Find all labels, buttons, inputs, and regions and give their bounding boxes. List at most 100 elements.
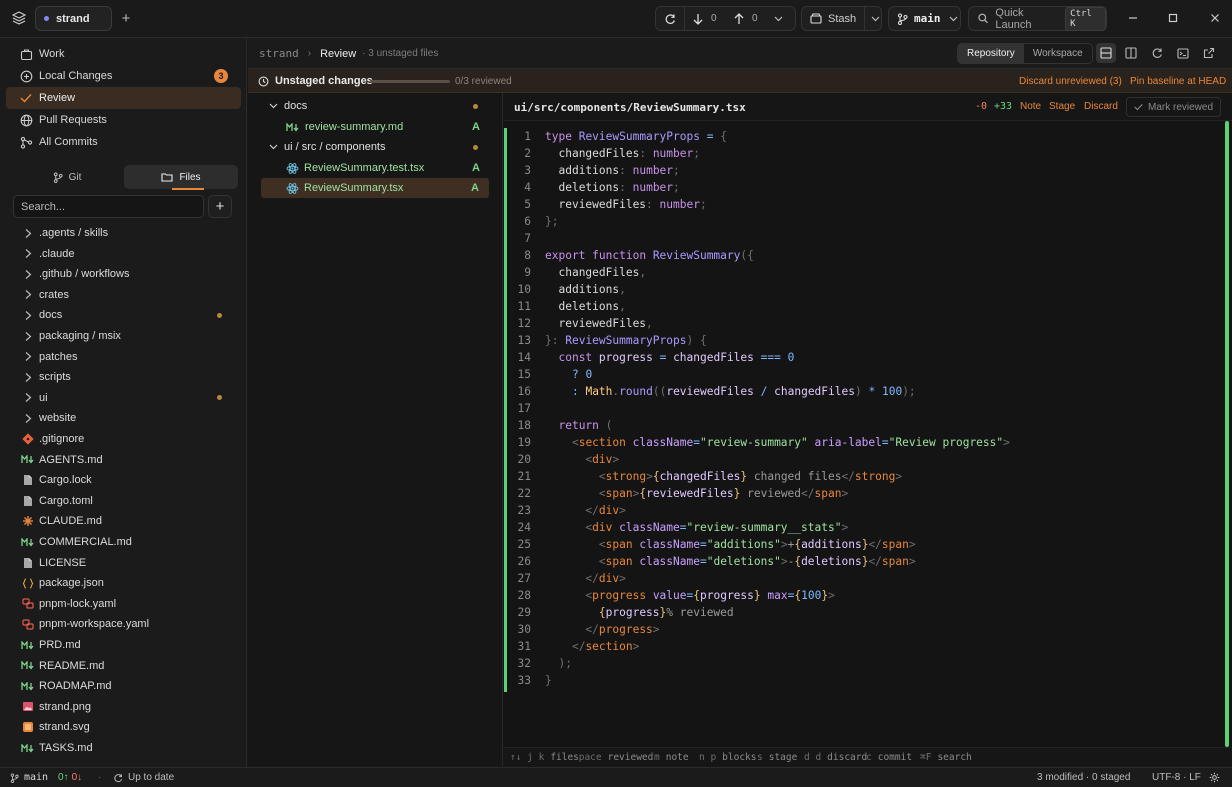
layers-icon[interactable] xyxy=(12,11,26,25)
changed-file-row[interactable]: ReviewSummary.test.tsx A xyxy=(248,158,503,178)
close-icon[interactable] xyxy=(1209,12,1221,24)
code-line: 22 <span>{reviewedFiles} reviewed</span> xyxy=(517,487,849,500)
react-icon xyxy=(286,182,299,195)
settings-gear-icon[interactable] xyxy=(1209,772,1220,783)
mode-repository[interactable]: Repository xyxy=(958,44,1024,63)
file-search-input[interactable] xyxy=(13,195,204,218)
key-hint-label: reviewed xyxy=(607,752,654,763)
tree-folder[interactable]: scripts xyxy=(0,367,247,387)
tree-folder[interactable]: .github / workflows xyxy=(0,264,247,284)
stash-button[interactable]: Stash xyxy=(802,7,864,30)
additions-count: +33 xyxy=(994,101,1013,112)
repo-tab[interactable]: strand xyxy=(35,6,112,31)
code-line: 14 const progress = changedFiles === 0 xyxy=(517,351,795,364)
tree-item-label: docs xyxy=(39,309,63,322)
stage-button[interactable]: Stage xyxy=(1049,101,1075,112)
markdown-icon xyxy=(21,640,35,650)
folder-icon xyxy=(161,172,173,182)
tab-files[interactable]: Files xyxy=(124,165,238,190)
breadcrumb-repo[interactable]: strand xyxy=(259,47,299,60)
refresh-button[interactable] xyxy=(656,7,684,30)
pin-baseline-button[interactable]: Pin baseline at HEAD xyxy=(1130,76,1226,87)
tree-item-label: Cargo.lock xyxy=(39,474,92,487)
sync-menu-button[interactable] xyxy=(768,7,789,30)
code-line: 3 additions: number; xyxy=(524,164,680,177)
editor-scrollbar[interactable] xyxy=(1225,121,1229,747)
new-tab-icon[interactable]: + xyxy=(119,10,133,27)
tree-folder[interactable]: website xyxy=(0,408,247,428)
pull-button[interactable]: 0 xyxy=(684,7,726,30)
chevron-right-icon: › xyxy=(307,48,312,59)
key-hint-keys: c xyxy=(866,752,872,763)
changed-file-row[interactable]: review-summary.md A xyxy=(248,117,503,137)
tree-file[interactable]: .gitignore xyxy=(0,429,247,449)
main-header: strand › Review · 3 unstaged files Repos… xyxy=(248,38,1232,69)
tree-file[interactable]: README.md xyxy=(0,656,247,676)
mark-reviewed-button[interactable]: Mark reviewed xyxy=(1126,97,1221,117)
external-link-icon[interactable] xyxy=(1199,43,1219,63)
tree-folder[interactable]: packaging / msix xyxy=(0,326,247,346)
tree-folder[interactable]: ui xyxy=(0,388,247,408)
status-encoding[interactable]: UTF-8 · LF xyxy=(1152,772,1201,783)
split-view-icon[interactable] xyxy=(1121,43,1141,63)
tree-folder[interactable]: crates xyxy=(0,285,247,305)
tree-file[interactable]: strand.svg xyxy=(0,717,247,737)
tree-file[interactable]: CLAUDE.md xyxy=(0,511,247,531)
tree-file[interactable]: COMMERCIAL.md xyxy=(0,532,247,552)
tree-file[interactable]: AGENTS.md xyxy=(0,450,247,470)
terminal-icon[interactable] xyxy=(1173,43,1193,63)
tree-folder[interactable]: .agents / skills xyxy=(0,223,247,243)
tree-file[interactable]: PRD.md xyxy=(0,635,247,655)
tree-item-label: pnpm-lock.yaml xyxy=(39,597,117,610)
status-sync[interactable]: Up to date xyxy=(113,772,174,783)
tree-folder[interactable]: patches xyxy=(0,347,247,367)
tree-file[interactable]: pnpm-workspace.yaml xyxy=(0,614,247,634)
discard-unreviewed-button[interactable]: Discard unreviewed (3) xyxy=(1019,76,1122,87)
tree-file[interactable]: package.json xyxy=(0,573,247,593)
tree-item-label: crates xyxy=(39,288,69,301)
tree-file[interactable]: Cargo.lock xyxy=(0,470,247,490)
minimize-icon[interactable] xyxy=(1127,12,1139,24)
nav-all-commits[interactable]: All Commits xyxy=(6,131,241,153)
svg-icon xyxy=(21,721,35,733)
note-button[interactable]: Note xyxy=(1020,101,1041,112)
nav-pull-requests[interactable]: Pull Requests xyxy=(6,109,241,131)
tree-file[interactable]: strand.png xyxy=(0,697,247,717)
yaml-icon xyxy=(21,619,35,630)
code-line: 26 <span className="deletions">-{deletio… xyxy=(517,555,916,568)
mode-workspace[interactable]: Workspace xyxy=(1024,44,1092,63)
tree-item-label: .claude xyxy=(39,247,75,260)
local-changes-badge: 3 xyxy=(214,69,228,83)
reload-icon[interactable] xyxy=(1147,43,1167,63)
tree-folder[interactable]: docs xyxy=(0,305,247,325)
quick-launch-button[interactable]: Quick Launch Ctrl K xyxy=(968,6,1107,31)
stash-menu-button[interactable] xyxy=(864,7,886,30)
changed-file-row-selected[interactable]: ReviewSummary.tsx A xyxy=(261,178,489,198)
nav-review[interactable]: Review xyxy=(6,87,241,109)
unified-view-icon[interactable] xyxy=(1096,43,1116,63)
key-hint-keys: space xyxy=(573,752,602,763)
maximize-icon[interactable] xyxy=(1167,12,1179,24)
tree-file[interactable]: ROADMAP.md xyxy=(0,676,247,696)
tree-file[interactable]: LICENSE xyxy=(0,553,247,573)
discard-button[interactable]: Discard xyxy=(1084,101,1118,112)
push-button[interactable]: 0 xyxy=(726,7,768,30)
tree-folder[interactable]: .claude xyxy=(0,244,247,264)
nav-work[interactable]: Work xyxy=(6,43,241,65)
chevron-right-icon xyxy=(21,310,35,321)
changes-folder-components[interactable]: ui / src / components xyxy=(248,137,503,157)
status-branch[interactable]: main xyxy=(10,772,48,783)
tree-file[interactable]: TASKS.md xyxy=(0,738,247,758)
code-line: 12 reviewedFiles, xyxy=(517,317,653,330)
changes-folder-docs[interactable]: docs xyxy=(248,96,503,116)
tree-file[interactable]: Cargo.toml xyxy=(0,491,247,511)
code-line: 9 changedFiles, xyxy=(524,266,647,279)
add-file-button[interactable]: + xyxy=(208,195,232,218)
chevron-right-icon xyxy=(21,248,35,259)
tree-file[interactable]: pnpm-lock.yaml xyxy=(0,594,247,614)
branch-button[interactable]: main xyxy=(888,6,961,31)
nav-local-changes[interactable]: Local Changes 3 xyxy=(6,65,241,87)
code-line: 28 <progress value={progress} max={100}> xyxy=(517,589,835,602)
tab-git[interactable]: Git xyxy=(10,165,124,189)
tab-files-label: Files xyxy=(179,171,201,183)
